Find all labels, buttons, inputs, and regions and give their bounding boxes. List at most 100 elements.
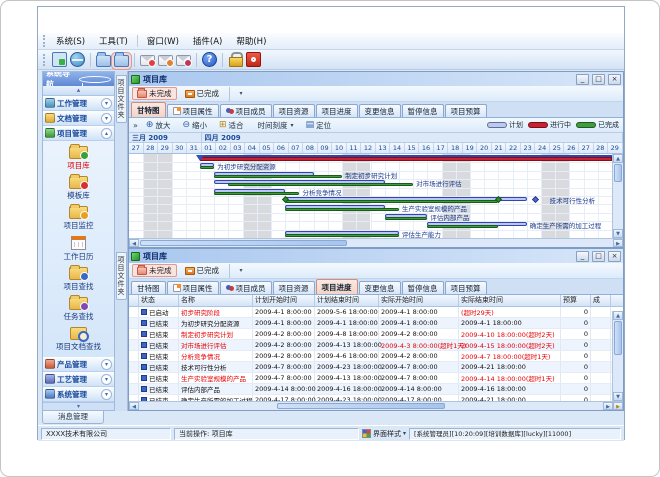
chevron-down-icon[interactable]: ▾ (101, 98, 112, 109)
toolbar-button-1[interactable]: 已完成 (180, 264, 225, 277)
chevron-down-icon[interactable]: ▾ (101, 374, 112, 385)
tab-7[interactable]: 项目预算 (445, 281, 487, 294)
scroll-up-arrow[interactable]: ▲ (613, 311, 623, 320)
gantt-tool-0[interactable]: 放大 (142, 118, 175, 133)
mail-read-icon[interactable] (176, 55, 191, 66)
sidebar-item-2[interactable]: 项目监控 (64, 206, 94, 231)
table-row[interactable]: 已结束技术可行性分析2009-4-7 8:00:002009-4-23 18:0… (129, 362, 623, 373)
column-header-2[interactable]: 计划开始时间 (253, 295, 315, 306)
task-actual-bar[interactable] (214, 175, 342, 178)
menu-item-2[interactable]: 窗口(W) (140, 33, 186, 49)
globe-icon[interactable] (70, 52, 85, 67)
message-management-tab[interactable]: 消息管理 (42, 411, 104, 424)
tab-4[interactable]: 项目进度 (316, 279, 358, 294)
tab-5[interactable]: 变更信息 (359, 281, 401, 294)
task-actual-bar[interactable] (200, 166, 214, 169)
table-row[interactable]: 已结束评估内部产品2009-4-14 8:00:002009-4-16 18:0… (129, 384, 623, 395)
table-row[interactable]: 已结束对市场进行评估2009-4-2 8:00:002009-4-13 18:0… (129, 340, 623, 351)
menu-item-1[interactable]: 工具(T) (92, 33, 135, 49)
scroll-up-arrow[interactable]: ▲ (613, 154, 623, 163)
sidebar-group-0[interactable]: 工作管理▾ (43, 96, 114, 111)
sidebar-group-1[interactable]: 文档管理▾ (43, 111, 114, 126)
task-actual-bar[interactable] (214, 192, 299, 195)
column-header-4[interactable]: 实际开始时间 (379, 295, 459, 306)
column-header-6[interactable]: 预算 (561, 295, 591, 306)
chevron-down-icon[interactable]: ▾ (101, 113, 112, 124)
tab-4[interactable]: 项目进度 (316, 104, 358, 117)
tab-5[interactable]: 变更信息 (359, 104, 401, 117)
tab-0[interactable]: 甘特图 (131, 281, 166, 294)
toolbar-button-1[interactable]: 已完成 (180, 87, 225, 100)
toolbar-button-0[interactable]: 未完成 (132, 87, 177, 100)
tab-6[interactable]: 暂停信息 (402, 281, 444, 294)
folder-closed-icon[interactable] (96, 55, 111, 67)
scroll-left-arrow[interactable]: ◀ (129, 402, 139, 410)
task-actual-bar[interactable] (427, 225, 498, 228)
table-row[interactable]: 已启动初步研究阶段2009-4-1 8:00:002009-5-6 18:00:… (129, 307, 623, 318)
sidebar-collapse-button[interactable]: ▴ (43, 86, 114, 96)
scroll-left-arrow[interactable]: ◀ (129, 239, 139, 247)
chevron-up-icon[interactable]: ▴ (101, 128, 112, 139)
folder-side-tab[interactable]: 项目文件夹 (116, 252, 127, 300)
horizontal-scrollbar[interactable]: ◀▶ (129, 238, 623, 247)
toolbar-overflow-button[interactable]: ▾ (235, 265, 247, 277)
sidebar-item-1[interactable]: 模板库 (67, 176, 90, 201)
table-row[interactable]: 已结束生产实验室规模的产品2009-4-7 8:00:002009-4-13 1… (129, 373, 623, 384)
close-button[interactable] (608, 251, 621, 262)
task-actual-bar[interactable] (385, 217, 428, 220)
toolbar-button-0[interactable]: 未完成 (132, 264, 177, 277)
tab-1[interactable]: 项目属性 (167, 281, 219, 294)
tab-1[interactable]: 项目属性 (167, 104, 219, 117)
scroll-right-arrow[interactable]: ▶ (603, 402, 613, 410)
column-header-7[interactable]: 成 (591, 295, 611, 306)
column-header-5[interactable]: 实际结束时间 (459, 295, 561, 306)
task-actual-bar[interactable] (285, 234, 399, 237)
table-row[interactable]: 已结束为初步研究分配资源2009-4-1 8:00:002009-4-1 18:… (129, 318, 623, 329)
maximize-button[interactable] (592, 251, 605, 262)
monitor-icon[interactable] (52, 52, 67, 67)
task-actual-bar[interactable] (285, 200, 498, 203)
gantt-tool-3[interactable]: 时间刻度 (252, 118, 298, 133)
folder-open-icon[interactable] (114, 55, 129, 67)
gantt-tool-1[interactable]: 缩小 (178, 118, 211, 133)
scroll-right-arrow[interactable]: ▶ (613, 239, 623, 247)
scrollbar-thumb[interactable] (614, 164, 622, 182)
mail-send-icon[interactable] (140, 55, 155, 66)
menu-item-4[interactable]: 帮助(H) (229, 33, 273, 49)
menu-item-3[interactable]: 插件(A) (186, 33, 229, 49)
sidebar-group-5[interactable]: 系统管理▾ (43, 387, 114, 402)
tab-0[interactable]: 甘特图 (131, 102, 166, 117)
scroll-end-arrow[interactable]: ▶ (613, 402, 623, 410)
toolbar-overflow-button[interactable]: ▾ (235, 88, 247, 100)
task-actual-bar[interactable] (228, 183, 413, 186)
gantt-tool-2[interactable]: 适合 (215, 118, 248, 133)
close-button[interactable] (608, 74, 621, 85)
scroll-down-arrow[interactable]: ▼ (613, 392, 623, 401)
tab-3[interactable]: 项目资源 (273, 104, 315, 117)
tab-7[interactable]: 项目预算 (445, 104, 487, 117)
sidebar-overflow-button[interactable]: ▾ (43, 402, 114, 410)
vertical-scrollbar[interactable]: ▲▼ (612, 311, 623, 401)
menu-item-0[interactable]: 系统(S) (49, 33, 92, 49)
tab-3[interactable]: 项目资源 (273, 281, 315, 294)
minimize-button[interactable] (576, 74, 589, 85)
sidebar-item-0[interactable]: 项目库 (67, 146, 90, 171)
column-header-3[interactable]: 计划结束时间 (315, 295, 379, 306)
sidebar-group-2[interactable]: 项目管理▴ (43, 126, 114, 141)
help-icon[interactable]: ? (202, 52, 217, 67)
minimize-button[interactable] (576, 251, 589, 262)
maximize-button[interactable] (592, 74, 605, 85)
table-row[interactable]: 已结束制定初步研究计划2009-4-2 8:00:002009-4-8 18:0… (129, 329, 623, 340)
chevrons-icon[interactable]: » (133, 121, 138, 130)
scroll-down-arrow[interactable]: ▼ (613, 229, 623, 238)
horizontal-scrollbar[interactable]: ◀ ▶▶ (129, 401, 623, 410)
sidebar-item-3[interactable]: 工作日历 (64, 236, 94, 262)
scrollbar-thumb[interactable] (277, 403, 445, 409)
column-header-0[interactable]: 状态 (139, 295, 179, 306)
scrollbar-thumb[interactable] (614, 321, 622, 355)
gantt-tool-4[interactable]: 定位 (302, 118, 336, 133)
column-header-1[interactable]: 名称 (179, 295, 253, 306)
mail-receive-icon[interactable] (158, 55, 173, 66)
lock-icon[interactable] (228, 52, 243, 67)
sidebar-item-5[interactable]: 任务查找 (64, 297, 94, 322)
